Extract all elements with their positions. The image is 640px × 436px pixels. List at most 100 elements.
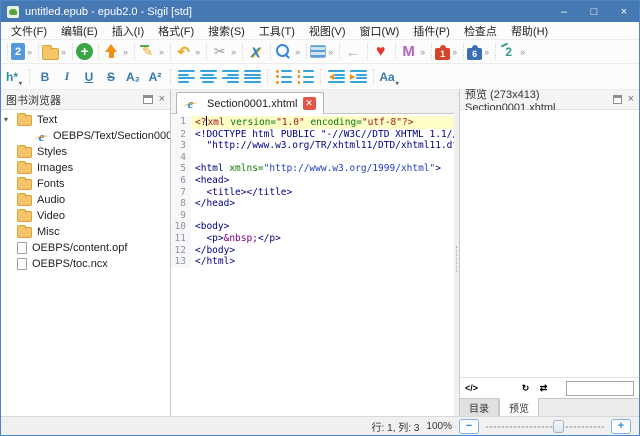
menu-file[interactable]: 文件(F) (4, 22, 54, 40)
tree-item-misc-folder[interactable]: ▾ Misc (1, 224, 170, 240)
menu-checkpoint[interactable]: 检查点 (457, 22, 504, 40)
add-file-button[interactable]: + » (68, 41, 94, 63)
menu-tools[interactable]: 工具(T) (252, 22, 302, 40)
dock-float-icon[interactable] (613, 95, 622, 104)
line-number: 3 (171, 140, 191, 152)
close-button[interactable]: × (609, 1, 639, 22)
tree-item-audio-folder[interactable]: ▾ Audio (1, 192, 170, 208)
numbered-list-button[interactable] (295, 67, 315, 87)
outdent-button[interactable] (326, 67, 346, 87)
superscript-button[interactable]: A² (145, 67, 165, 87)
donate-button[interactable]: ♥ » (363, 41, 391, 63)
slider-handle[interactable] (553, 420, 564, 433)
align-left-button[interactable] (176, 67, 196, 87)
open-book-button[interactable]: » (34, 41, 68, 63)
heading-button[interactable]: h*▾ (4, 67, 24, 87)
cut-button[interactable]: ✂ » (202, 41, 238, 63)
line-number: 13 (171, 256, 191, 268)
overflow-chevron-icon[interactable]: » (418, 47, 426, 57)
menu-format[interactable]: 格式(F) (151, 22, 201, 40)
strikethrough-button[interactable]: S (101, 67, 121, 87)
tree-item-fonts-folder[interactable]: ▾ Fonts (1, 176, 170, 192)
plugin-1-button[interactable]: 1 » (427, 41, 459, 63)
overflow-chevron-icon[interactable]: » (482, 47, 490, 57)
tree-item-video-folder[interactable]: ▾ Video (1, 208, 170, 224)
tree-item-content-opf[interactable]: ▾ OEBPS/content.opf (1, 240, 170, 256)
bold-button[interactable]: B (35, 67, 55, 87)
expand-arrow-icon[interactable]: ▾ (4, 115, 8, 124)
editor-tab-bar: Section0001.xhtml ✕ (171, 90, 454, 114)
underline-button[interactable]: U (79, 67, 99, 87)
find-button[interactable]: » (266, 41, 302, 63)
dock-float-icon[interactable] (143, 95, 153, 104)
undo-button[interactable]: ↶ » (166, 41, 202, 63)
delete-button[interactable]: X » (238, 41, 266, 63)
tree-item-icon (17, 258, 27, 270)
tree-item-icon (17, 163, 32, 174)
tree-item-section0001[interactable]: ▾ OEBPS/Text/Section0001.xhtml (1, 128, 170, 144)
tab-preview[interactable]: 预览 (499, 398, 539, 416)
plugin-6-button[interactable]: 6 » (459, 41, 491, 63)
zoom-in-button[interactable]: + (611, 419, 631, 434)
menu-search[interactable]: 搜索(S) (201, 22, 252, 40)
minimize-button[interactable]: – (549, 1, 579, 22)
align-right-button[interactable] (220, 67, 240, 87)
bullet-list-button[interactable] (273, 67, 293, 87)
indent-button[interactable] (348, 67, 368, 87)
italic-button[interactable]: I (57, 67, 77, 87)
menu-window[interactable]: 窗口(W) (353, 22, 407, 40)
tree-item-styles-folder[interactable]: ▾ Styles (1, 144, 170, 160)
index-button[interactable]: » (302, 41, 335, 63)
code-editor[interactable]: 1<?xml version="1.0" encoding="utf-8"?>2… (171, 114, 454, 416)
overflow-chevron-icon[interactable]: » (518, 47, 526, 57)
line-number: 12 (171, 245, 191, 257)
select-all-button[interactable] (482, 381, 497, 396)
metadata-button[interactable]: M » (391, 41, 427, 63)
subscript-button[interactable]: A₂ (123, 67, 143, 87)
dock-close-icon[interactable]: × (628, 94, 634, 105)
overflow-chevron-icon[interactable]: » (193, 47, 201, 57)
preview-search-input[interactable] (566, 381, 634, 396)
save-button[interactable]: » (94, 41, 130, 63)
change-case-button[interactable]: Aa▾ (379, 67, 399, 87)
maximize-button[interactable]: □ (579, 1, 609, 22)
menu-help[interactable]: 帮助(H) (504, 22, 555, 40)
overflow-chevron-icon[interactable]: » (229, 47, 237, 57)
title-bar[interactable]: untitled.epub - epub2.0 - Sigil [std] – … (1, 1, 639, 22)
dock-close-icon[interactable]: × (159, 94, 165, 105)
align-justify-button[interactable] (242, 67, 262, 87)
back-button[interactable]: ← » (335, 41, 363, 63)
inspect-code-button[interactable]: </> (464, 381, 479, 396)
overflow-chevron-icon[interactable]: » (59, 47, 67, 57)
tree-item-toc-ncx[interactable]: ▾ OEBPS/toc.ncx (1, 256, 170, 272)
overflow-chevron-icon[interactable]: » (293, 47, 301, 57)
menu-view[interactable]: 视图(V) (302, 22, 353, 40)
new-book-button[interactable]: 2 » (3, 41, 34, 63)
menu-plugins[interactable]: 插件(P) (406, 22, 457, 40)
edit-mark-button[interactable]: ✎ » (130, 41, 166, 63)
overflow-chevron-icon[interactable]: » (25, 47, 33, 57)
sync-button[interactable]: ⇄ (536, 381, 551, 396)
zoom-out-button[interactable]: − (459, 419, 479, 434)
zoom-slider[interactable] (486, 420, 604, 433)
tab-toc[interactable]: 目录 (460, 399, 499, 416)
overflow-chevron-icon[interactable]: » (450, 47, 458, 57)
chevron-down-icon: ▾ (19, 80, 22, 87)
overflow-chevron-icon[interactable]: » (157, 47, 165, 57)
tree-item-icon (17, 179, 32, 190)
align-center-button[interactable] (198, 67, 218, 87)
menu-edit[interactable]: 编辑(E) (54, 22, 105, 40)
overflow-chevron-icon[interactable]: » (121, 47, 129, 57)
overflow-chevron-icon[interactable]: » (326, 47, 334, 57)
copy-button[interactable] (500, 381, 515, 396)
plugin-run-button[interactable]: 2 » (491, 41, 527, 63)
tab-close-icon[interactable]: ✕ (303, 97, 316, 110)
code-line: 6<head> (171, 175, 454, 187)
splitter-handle[interactable] (454, 90, 459, 416)
menu-insert[interactable]: 插入(I) (105, 22, 151, 40)
tree-item-text-folder[interactable]: ▾ Text (1, 112, 170, 128)
line-number: 10 (171, 221, 191, 233)
tab-section0001[interactable]: Section0001.xhtml ✕ (176, 92, 324, 114)
tree-item-images-folder[interactable]: ▾ Images (1, 160, 170, 176)
refresh-button[interactable]: ↻ (518, 381, 533, 396)
